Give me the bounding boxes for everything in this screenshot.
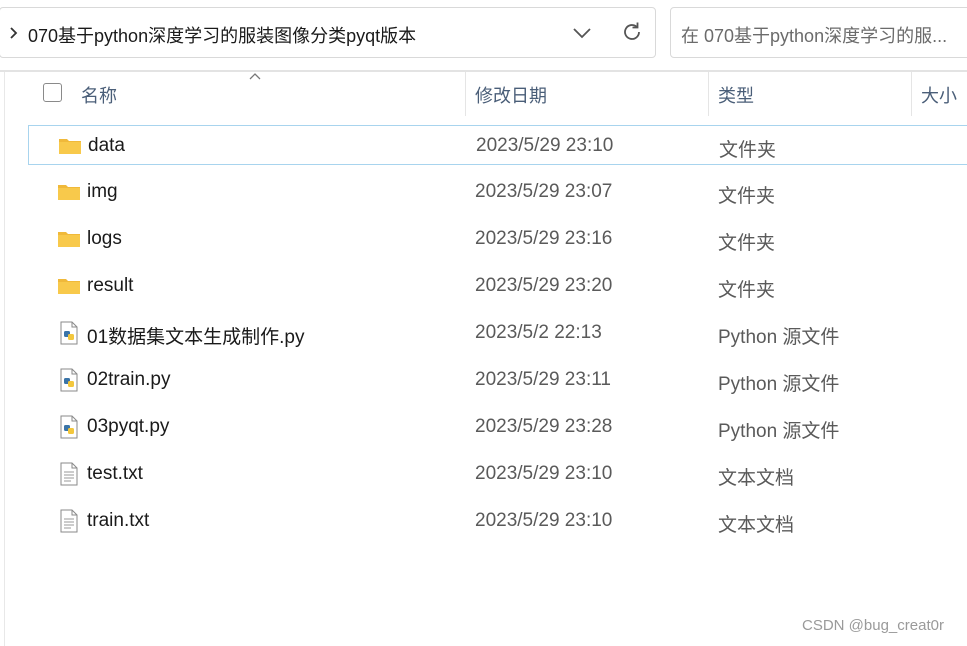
address-bar-area: 070基于python深度学习的服装图像分类pyqt版本 在 070基于pyth… <box>0 0 967 70</box>
folder-icon <box>57 180 81 204</box>
sort-ascending-icon <box>249 73 261 80</box>
column-modified[interactable]: 修改日期 <box>475 82 547 108</box>
navigation-pane-edge <box>4 72 5 646</box>
column-name[interactable]: 名称 <box>81 82 117 108</box>
folder-icon <box>57 274 81 298</box>
search-placeholder[interactable]: 在 070基于python深度学习的服... <box>681 22 947 48</box>
address-path[interactable]: 070基于python深度学习的服装图像分类pyqt版本 <box>28 22 416 48</box>
file-row[interactable]: test.txt 2023/5/29 23:10 文本文档 <box>28 454 967 494</box>
file-type: 文本文档 <box>718 515 795 536</box>
file-type: 文件夹 <box>718 233 776 254</box>
file-name[interactable]: logs <box>87 228 122 250</box>
file-modified: 2023/5/29 23:20 <box>475 275 613 296</box>
file-row[interactable]: logs 2023/5/29 23:16 文件夹 <box>28 219 967 259</box>
column-separator[interactable] <box>465 72 466 116</box>
column-header: 名称 修改日期 类型 大小 <box>0 72 967 116</box>
file-row[interactable]: 01数据集文本生成制作.py 2023/5/2 22:13 Python 源文件 <box>28 313 967 353</box>
file-name[interactable]: data <box>88 135 125 157</box>
address-bar[interactable]: 070基于python深度学习的服装图像分类pyqt版本 <box>0 7 656 58</box>
file-type: 文件夹 <box>718 186 776 207</box>
python-file-icon <box>57 368 81 392</box>
file-row[interactable]: img 2023/5/29 23:07 文件夹 <box>28 172 967 212</box>
file-name[interactable]: img <box>87 181 118 203</box>
folder-icon <box>58 134 82 158</box>
file-type: 文本文档 <box>718 468 795 489</box>
file-row[interactable]: 03pyqt.py 2023/5/29 23:28 Python 源文件 <box>28 407 967 447</box>
chevron-right-icon[interactable] <box>9 24 19 42</box>
column-separator[interactable] <box>911 72 912 116</box>
file-name[interactable]: train.txt <box>87 510 149 532</box>
column-type[interactable]: 类型 <box>718 82 754 108</box>
file-name[interactable]: 03pyqt.py <box>87 416 169 438</box>
file-modified: 2023/5/29 23:28 <box>475 416 613 437</box>
file-modified: 2023/5/29 23:10 <box>475 463 613 484</box>
search-box[interactable]: 在 070基于python深度学习的服... <box>670 7 967 58</box>
file-modified: 2023/5/29 23:10 <box>475 510 613 531</box>
file-type: Python 源文件 <box>718 421 840 442</box>
file-type: 文件夹 <box>719 140 777 161</box>
file-modified: 2023/5/29 23:10 <box>476 135 614 156</box>
file-name[interactable]: test.txt <box>87 463 143 485</box>
watermark: CSDN @bug_creat0r <box>802 617 944 634</box>
file-row[interactable]: 02train.py 2023/5/29 23:11 Python 源文件 <box>28 360 967 400</box>
file-modified: 2023/5/2 22:13 <box>475 322 602 343</box>
text-file-icon <box>57 462 81 486</box>
select-all-checkbox[interactable] <box>43 83 62 102</box>
file-type: Python 源文件 <box>718 327 840 348</box>
file-type: Python 源文件 <box>718 374 840 395</box>
refresh-icon[interactable] <box>620 20 644 44</box>
file-modified: 2023/5/29 23:11 <box>475 369 611 390</box>
file-row[interactable]: result 2023/5/29 23:20 文件夹 <box>28 266 967 306</box>
chevron-down-icon[interactable] <box>571 25 593 41</box>
column-size[interactable]: 大小 <box>921 82 957 108</box>
file-type: 文件夹 <box>718 280 776 301</box>
folder-icon <box>57 227 81 251</box>
text-file-icon <box>57 509 81 533</box>
column-separator[interactable] <box>708 72 709 116</box>
file-modified: 2023/5/29 23:16 <box>475 228 613 249</box>
file-row[interactable]: data 2023/5/29 23:10 文件夹 <box>28 125 967 165</box>
file-modified: 2023/5/29 23:07 <box>475 181 613 202</box>
file-row[interactable]: train.txt 2023/5/29 23:10 文本文档 <box>28 501 967 541</box>
file-name[interactable]: 01数据集文本生成制作.py <box>87 322 304 349</box>
file-name[interactable]: result <box>87 275 133 297</box>
python-file-icon <box>57 415 81 439</box>
python-file-icon <box>57 321 81 345</box>
file-name[interactable]: 02train.py <box>87 369 170 391</box>
